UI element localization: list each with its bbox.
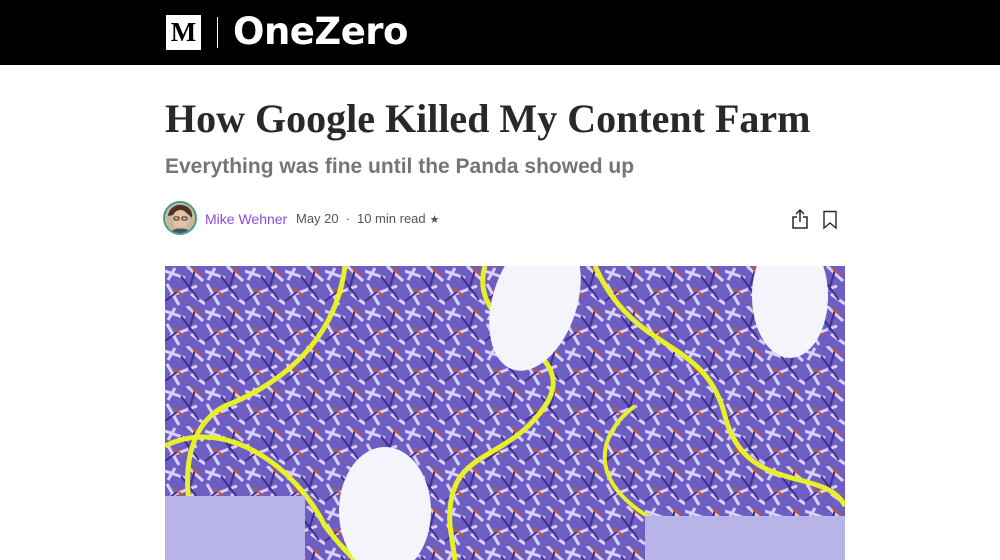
hero-image	[165, 266, 845, 560]
bookmark-icon	[823, 210, 837, 230]
avatar-portrait-icon	[165, 203, 195, 233]
meta-separator: ·	[345, 211, 350, 226]
author-avatar[interactable]	[163, 201, 197, 235]
byline: Mike Wehner May 20 · 10 min read ★	[163, 201, 853, 237]
article-title: How Google Killed My Content Farm	[165, 96, 811, 141]
logo-divider	[217, 17, 218, 48]
author-name-link[interactable]: Mike Wehner	[205, 210, 287, 228]
publication-header: M OneZero	[0, 0, 1000, 65]
share-icon	[792, 208, 808, 229]
star-icon: ★	[429, 214, 440, 226]
share-button[interactable]	[789, 208, 811, 230]
medium-logo[interactable]: M	[166, 15, 201, 50]
article-subtitle: Everything was fine until the Panda show…	[165, 155, 635, 178]
article-meta: May 20 · 10 min read ★	[296, 210, 440, 229]
publish-date[interactable]: May 20	[296, 210, 339, 228]
shredded-paper-keyboard-mouse-image	[165, 266, 845, 560]
read-time: 10 min read	[356, 211, 426, 226]
bookmark-button[interactable]	[821, 210, 839, 230]
publication-name[interactable]: OneZero	[233, 10, 408, 54]
